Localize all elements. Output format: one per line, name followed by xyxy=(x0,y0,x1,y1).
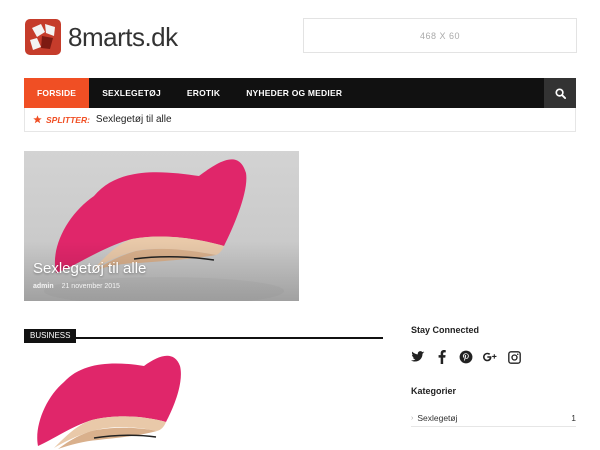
logo-text: 8marts.dk xyxy=(68,21,178,52)
featured-title[interactable]: Sexlegetøj til alle xyxy=(33,260,146,277)
business-post-image[interactable] xyxy=(24,352,196,450)
nav-item-forside[interactable]: FORSIDE xyxy=(24,78,90,108)
category-item[interactable]: › Sexlegetøj 1 xyxy=(411,410,576,427)
ad-banner[interactable]: 468 X 60 xyxy=(303,18,577,53)
search-icon xyxy=(554,87,566,99)
categories-title: Kategorier xyxy=(411,386,457,396)
featured-author[interactable]: admin xyxy=(33,283,54,290)
ticker-headline-link[interactable]: Sexlegetøj til alle xyxy=(96,114,172,125)
category-name[interactable]: Sexlegetøj xyxy=(417,413,457,423)
nav-item-sexlegetoj[interactable]: SEXLEGETØJ xyxy=(89,78,174,108)
social-links xyxy=(411,350,531,364)
nav-search-button[interactable] xyxy=(544,78,576,108)
featured-post[interactable]: Sexlegetøj til alle admin 21 november 20… xyxy=(24,151,299,301)
site-logo[interactable]: 8marts.dk xyxy=(24,18,178,56)
featured-meta: admin 21 november 2015 xyxy=(33,283,120,290)
ticker-label: SPLITTER: xyxy=(33,115,90,125)
google-plus-icon[interactable] xyxy=(483,350,497,364)
nav-item-erotik[interactable]: EROTIK xyxy=(174,78,233,108)
star-icon xyxy=(33,115,42,124)
instagram-icon[interactable] xyxy=(507,350,521,364)
facebook-icon[interactable] xyxy=(435,350,449,364)
business-section-tag[interactable]: BUSINESS xyxy=(24,329,77,343)
pinterest-icon[interactable] xyxy=(459,350,473,364)
ticker-label-text: SPLITTER: xyxy=(46,114,90,125)
business-section-header: BUSINESS xyxy=(24,325,383,343)
main-nav: FORSIDE SEXLEGETØJ EROTIK NYHEDER OG MED… xyxy=(24,78,576,108)
featured-date: 21 november 2015 xyxy=(61,283,120,290)
stay-connected-title: Stay Connected xyxy=(411,325,480,335)
logo-mark-icon xyxy=(24,18,62,56)
nav-item-nyheder-og-medier[interactable]: NYHEDER OG MEDIER xyxy=(233,78,355,108)
ad-banner-label: 468 X 60 xyxy=(419,30,461,41)
chevron-right-icon: › xyxy=(411,414,414,422)
news-ticker: SPLITTER: Sexlegetøj til alle xyxy=(24,108,576,132)
category-count: 1 xyxy=(571,413,576,423)
twitter-icon[interactable] xyxy=(411,350,425,364)
product-image xyxy=(37,355,181,449)
